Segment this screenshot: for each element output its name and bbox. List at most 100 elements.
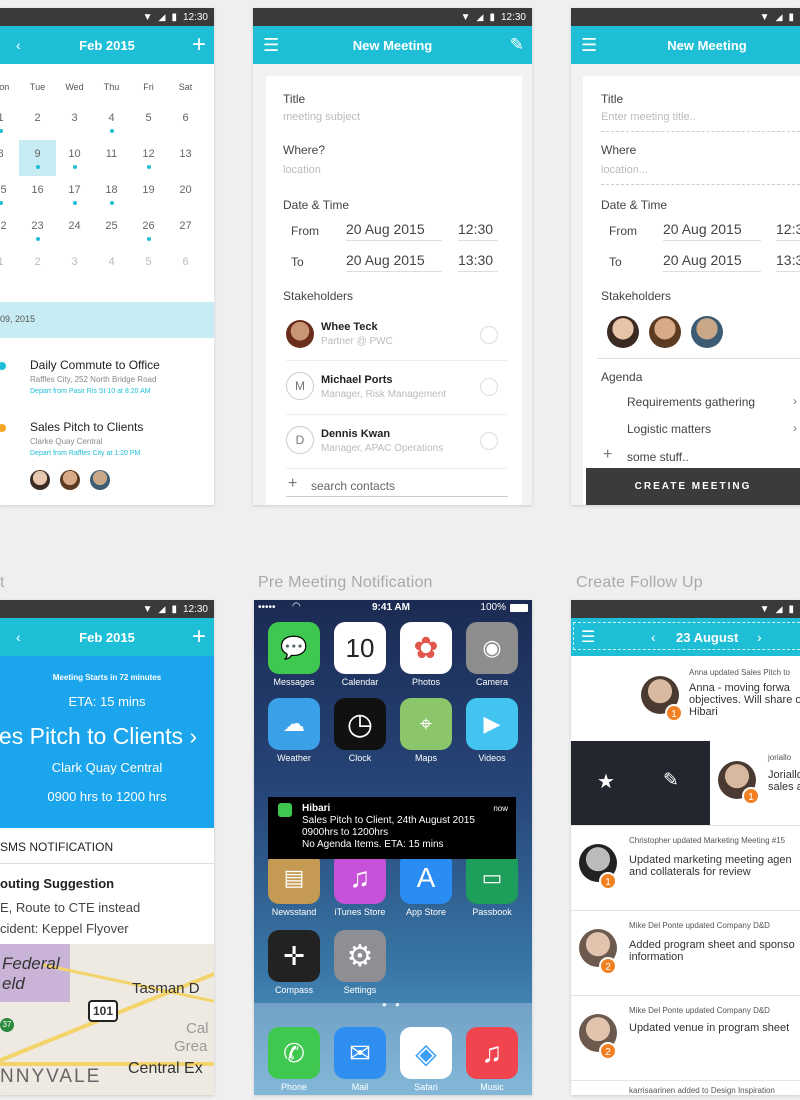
day-cell-selected[interactable]: 9 <box>19 140 56 176</box>
app-safari[interactable]: ◈ Safari <box>400 1027 452 1092</box>
stakeholder-role: Partner @ PWC <box>321 336 393 347</box>
add-icon[interactable]: + <box>192 623 206 651</box>
day-cell[interactable]: 6 <box>167 248 204 284</box>
chevron-right-icon: › <box>189 723 198 749</box>
avatar[interactable] <box>691 316 723 348</box>
push-notification[interactable]: Hibari now Sales Pitch to Client, 24th A… <box>268 797 516 859</box>
day-cell[interactable]: 2 <box>19 104 56 140</box>
day-cell[interactable]: 3 <box>56 104 93 140</box>
to-time-field[interactable]: 13:3 <box>776 252 800 272</box>
app-calendar[interactable]: 10 Calendar <box>334 622 386 687</box>
app-clock[interactable]: ◷ Clock <box>334 698 386 763</box>
stakeholder-radio[interactable] <box>480 326 498 344</box>
sms-notification-label[interactable]: SMS NOTIFICATION <box>0 840 113 854</box>
app-newsstand[interactable]: ▤ Newsstand <box>268 852 320 917</box>
event-item[interactable]: Daily Commute to Office Raffles City, 25… <box>0 358 160 395</box>
meeting-form: Title Enter meeting title.. Where locati… <box>583 76 800 505</box>
activity-meta: Mike Del Ponte updated Company D&D <box>629 1006 770 1015</box>
app-settings[interactable]: ⚙ Settings <box>334 930 386 995</box>
day-cell[interactable]: 8 <box>0 140 19 176</box>
title-input[interactable]: Enter meeting title.. <box>601 111 696 123</box>
day-cell[interactable]: 1 <box>0 104 19 140</box>
activity-text: Added program sheet and sponso informati… <box>629 939 795 963</box>
avatar[interactable] <box>649 316 681 348</box>
day-cell[interactable]: 20 <box>167 176 204 212</box>
next-month-icon[interactable]: › <box>122 37 127 53</box>
where-input[interactable]: location <box>283 164 321 176</box>
next-month-icon[interactable]: › <box>122 629 127 645</box>
create-meeting-button[interactable]: CREATE MEETING <box>586 468 800 505</box>
day-cell[interactable]: 27 <box>167 212 204 248</box>
activity-item[interactable]: 2 Mike Del Ponte updated Company D&D Upd… <box>571 996 800 1080</box>
activity-item[interactable]: 1 joriallo Joriallo sales a <box>710 741 800 825</box>
app-photos[interactable]: ✿ Photos <box>400 622 452 687</box>
day-cell[interactable]: 5 <box>130 104 167 140</box>
app-maps[interactable]: ⌖ Maps <box>400 698 452 763</box>
event-item[interactable]: Sales Pitch to Clients Clarke Quay Centr… <box>0 420 143 457</box>
activity-item[interactable]: 2 Mike Del Ponte updated Company D&D Add… <box>571 911 800 995</box>
where-input[interactable]: location... <box>601 164 648 176</box>
day-cell[interactable]: 11 <box>93 140 130 176</box>
app-passbook[interactable]: ▭ Passbook <box>466 852 518 917</box>
stakeholder-radio[interactable] <box>480 432 498 450</box>
meeting-alert-panel[interactable]: Meeting Starts in 72 minutes ETA: 15 min… <box>0 656 214 828</box>
app-compass[interactable]: ✛ Compass <box>268 930 320 995</box>
star-icon[interactable]: ★ <box>597 769 615 794</box>
day-cell[interactable]: 16 <box>19 176 56 212</box>
app-camera[interactable]: ◉ Camera <box>466 622 518 687</box>
day-cell[interactable]: 26 <box>130 212 167 248</box>
to-time-field[interactable]: 13:30 <box>458 252 498 272</box>
stakeholder-radio[interactable] <box>480 378 498 396</box>
day-cell[interactable]: 5 <box>130 248 167 284</box>
to-date-field[interactable]: 20 Aug 2015 <box>346 252 442 272</box>
prev-day-icon[interactable]: ‹ <box>651 629 656 645</box>
day-cell[interactable]: 3 <box>56 248 93 284</box>
app-videos[interactable]: ▶ Videos <box>466 698 518 763</box>
app-mail[interactable]: ✉ Mail <box>334 1027 386 1092</box>
app-phone[interactable]: ✆ Phone <box>268 1027 320 1092</box>
day-cell[interactable]: 6 <box>167 104 204 140</box>
day-cell[interactable]: 22 <box>0 212 19 248</box>
from-time-field[interactable]: 12:30 <box>458 221 498 241</box>
section-label: Create Follow Up <box>576 574 703 591</box>
day-cell[interactable]: 17 <box>56 176 93 212</box>
add-icon[interactable]: + <box>192 31 206 59</box>
app-messages[interactable]: 💬 Messages <box>268 622 320 687</box>
new-agenda-input[interactable]: some stuff.. <box>627 450 689 464</box>
day-cell[interactable]: 15 <box>0 176 19 212</box>
day-cell[interactable]: 13 <box>167 140 204 176</box>
from-date-field[interactable]: 20 Aug 2015 <box>346 221 442 241</box>
day-cell[interactable]: 19 <box>130 176 167 212</box>
day-cell[interactable]: 10 <box>56 140 93 176</box>
avatar[interactable] <box>607 316 639 348</box>
next-day-icon[interactable]: › <box>757 629 762 645</box>
day-cell[interactable]: 4 <box>93 248 130 284</box>
activity-item[interactable]: 1 Anna updated Sales Pitch to Anna - mov… <box>571 656 800 740</box>
day-cell[interactable]: 24 <box>56 212 93 248</box>
videos-icon: ▶ <box>466 698 518 750</box>
agenda-item[interactable]: Requirements gathering <box>627 395 755 409</box>
app-app-store[interactable]: A App Store <box>400 852 452 917</box>
app-itunes-store[interactable]: ♫ iTunes Store <box>334 852 386 917</box>
edit-icon[interactable]: ✎ <box>510 35 524 55</box>
agenda-item[interactable]: Logistic matters <box>627 422 711 436</box>
app-weather[interactable]: ☁ Weather <box>268 698 320 763</box>
edit-icon[interactable]: ✎ <box>663 769 679 792</box>
day-cell[interactable]: 23 <box>19 212 56 248</box>
day-cell[interactable]: 25 <box>93 212 130 248</box>
from-time-field[interactable]: 12:3 <box>776 221 800 241</box>
day-cell[interactable]: 2 <box>19 248 56 284</box>
day-cell[interactable]: 12 <box>130 140 167 176</box>
day-cell[interactable]: 4 <box>93 104 130 140</box>
date-strip: 09, 2015 <box>0 302 214 338</box>
title-input[interactable]: meeting subject <box>283 111 360 123</box>
search-contacts-input[interactable]: search contacts <box>311 479 395 493</box>
route-map[interactable]: Federal eld Tasman D 101 Cal Grea NNYVAL… <box>0 944 214 1095</box>
day-cell[interactable]: 1 <box>0 248 19 284</box>
chevron-right-icon: › <box>793 421 797 435</box>
app-music[interactable]: ♫ Music <box>466 1027 518 1092</box>
to-date-field[interactable]: 20 Aug 2015 <box>663 252 761 272</box>
from-date-field[interactable]: 20 Aug 2015 <box>663 221 761 241</box>
activity-item[interactable]: 1 Christopher updated Marketing Meeting … <box>571 826 800 910</box>
day-cell[interactable]: 18 <box>93 176 130 212</box>
